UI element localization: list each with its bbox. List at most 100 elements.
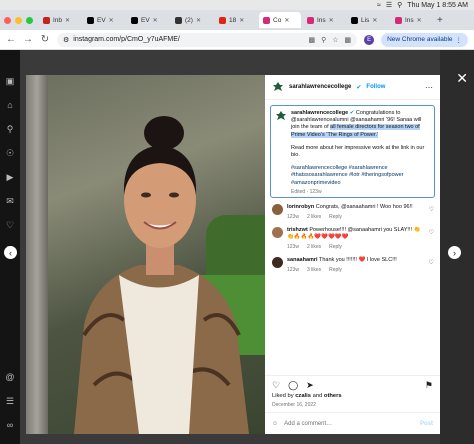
comment-icon[interactable]: ◯: [288, 380, 298, 391]
commenter-username[interactable]: trishzwt: [287, 227, 308, 233]
instagram-logo-icon[interactable]: ▣: [5, 76, 15, 86]
messages-icon[interactable]: ✉: [5, 196, 15, 206]
threads-icon[interactable]: @: [5, 372, 15, 382]
sarah-lawrence-logo-icon[interactable]: [272, 81, 284, 93]
minimize-window-button[interactable]: [15, 16, 22, 24]
install-app-icon[interactable]: ▩: [308, 36, 315, 44]
address-bar[interactable]: ⚙ instagram.com/p/CmO_y7uAFME/ ▩ ⚲ ☆ ▩: [57, 32, 358, 47]
close-icon[interactable]: ✕: [456, 70, 468, 87]
forward-icon[interactable]: →: [23, 34, 33, 45]
zoom-icon[interactable]: ⚲: [321, 36, 326, 44]
menu-icon[interactable]: ☰: [5, 396, 15, 406]
browser-tab[interactable]: EV ✕: [83, 12, 125, 28]
previous-post-arrow-icon[interactable]: ‹: [4, 246, 17, 259]
comment-text: Thank you !!!!!!! ❤️ I love SLC!!!: [319, 257, 397, 263]
post-photo[interactable]: [26, 75, 265, 434]
close-tab-icon[interactable]: ✕: [329, 17, 334, 24]
post-caption: sarahlawrencecollege ✔ Congratulations t…: [270, 105, 435, 198]
update-chrome-button[interactable]: New Chrome available ⋮: [381, 32, 468, 47]
sarah-lawrence-logo-icon[interactable]: [275, 110, 287, 122]
comment-like-heart-icon[interactable]: ♡: [429, 259, 434, 266]
menubar-datetime[interactable]: Thu May 1 8:55 AM: [407, 2, 468, 9]
reels-icon[interactable]: ▶: [5, 172, 15, 182]
like-heart-icon[interactable]: ♡: [272, 380, 280, 391]
comment-body: trishzwt Powerhouse!!!! @sanaahamri you …: [287, 227, 427, 251]
follow-button[interactable]: Follow: [366, 84, 385, 90]
more-vert-icon: ⋮: [455, 36, 463, 44]
tab-favicon-icon: [351, 16, 358, 24]
comment-likes[interactable]: 2 likes: [307, 244, 321, 251]
search-icon[interactable]: ⚲: [397, 1, 402, 9]
verified-badge-icon: ✔: [349, 110, 355, 116]
comment-reply-button[interactable]: Reply: [329, 214, 342, 221]
close-tab-icon[interactable]: ✕: [65, 17, 70, 24]
close-tab-icon[interactable]: ✕: [372, 17, 377, 24]
commenter-username[interactable]: sanaahamri: [287, 257, 318, 263]
commenter-avatar[interactable]: [272, 257, 283, 268]
browser-tab[interactable]: Inb ✕: [39, 12, 81, 28]
close-tab-icon[interactable]: ✕: [109, 17, 114, 24]
comment-text: Congrats, @sanaahamri ! Woo hoo 96!!: [315, 204, 413, 210]
wifi-icon[interactable]: ≈: [377, 2, 381, 9]
browser-tab[interactable]: EV ✕: [127, 12, 169, 28]
explore-icon[interactable]: ☉: [5, 148, 15, 158]
search-icon[interactable]: ⚲: [5, 124, 15, 134]
browser-tab[interactable]: Ins ✕: [303, 12, 345, 28]
comment-like-heart-icon[interactable]: ♡: [429, 206, 434, 213]
caption-author[interactable]: sarahlawrencecollege: [291, 110, 348, 116]
home-icon[interactable]: ⌂: [5, 100, 15, 110]
tab-label: Ins: [317, 16, 326, 24]
extensions-icon[interactable]: ▩: [344, 36, 351, 44]
new-tab-button[interactable]: +: [437, 15, 443, 26]
browser-tab[interactable]: Co ✕: [259, 12, 301, 28]
liked-by-user[interactable]: czalis: [295, 393, 311, 399]
post-author[interactable]: sarahlawrencecollege: [289, 84, 351, 90]
comment-likes[interactable]: 3 likes: [307, 267, 321, 274]
commenter-avatar[interactable]: [272, 227, 283, 238]
browser-tab[interactable]: (2) ✕: [171, 12, 213, 28]
caption-edited: Edited · 123w: [291, 188, 322, 195]
comment-like-heart-icon[interactable]: ♡: [429, 229, 434, 236]
back-icon[interactable]: ←: [6, 34, 16, 45]
control-center-icon[interactable]: ☰: [386, 1, 392, 9]
close-tab-icon[interactable]: ✕: [239, 17, 244, 24]
close-tab-icon[interactable]: ✕: [153, 17, 158, 24]
post-actions: ♡ ◯ ➤ ⚑: [265, 375, 440, 391]
commenter-avatar[interactable]: [272, 204, 283, 215]
save-bookmark-icon[interactable]: ⚑: [425, 380, 433, 391]
profile-avatar[interactable]: E: [364, 34, 375, 45]
window-controls: [4, 16, 33, 24]
bookmark-star-icon[interactable]: ☆: [332, 36, 338, 44]
caption-hashtags[interactable]: #sarahlawrencecollege #sarahlawrence #th…: [291, 165, 430, 187]
comment-item: trishzwt Powerhouse!!!! @sanaahamri you …: [265, 227, 440, 251]
add-comment-input[interactable]: Add a comment…: [284, 421, 332, 427]
share-icon[interactable]: ➤: [306, 380, 314, 391]
notifications-heart-icon[interactable]: ♡: [5, 220, 15, 230]
next-post-arrow-icon[interactable]: ›: [448, 246, 461, 259]
post-comment-button[interactable]: Post: [420, 421, 433, 427]
close-tab-icon[interactable]: ✕: [196, 17, 201, 24]
likes-and: and: [311, 393, 324, 399]
browser-tab[interactable]: Lis ✕: [347, 12, 389, 28]
close-tab-icon[interactable]: ✕: [284, 17, 289, 24]
reload-icon[interactable]: ↻: [40, 34, 50, 45]
comment-likes[interactable]: 2 likes: [307, 214, 321, 221]
zoom-window-button[interactable]: [26, 16, 33, 24]
comment-reply-button[interactable]: Reply: [329, 267, 342, 274]
meta-icon[interactable]: ∞: [5, 420, 15, 430]
more-options-icon[interactable]: ⋯: [425, 83, 433, 92]
update-label: New Chrome available: [387, 36, 453, 43]
comment-reply-button[interactable]: Reply: [329, 244, 342, 251]
browser-tab[interactable]: Ins ✕: [391, 12, 433, 28]
emoji-icon[interactable]: ☺: [272, 421, 278, 427]
url-text[interactable]: instagram.com/p/CmO_y7uAFME/: [73, 36, 180, 43]
likes-others[interactable]: others: [324, 393, 342, 399]
verified-badge-icon: ✔: [356, 84, 362, 91]
close-window-button[interactable]: [4, 16, 11, 24]
tab-label: EV: [97, 16, 106, 24]
close-tab-icon[interactable]: ✕: [417, 17, 422, 24]
commenter-username[interactable]: lorinrobyn: [287, 204, 314, 210]
site-info-icon[interactable]: ⚙: [63, 36, 69, 44]
browser-tab[interactable]: 18 ✕: [215, 12, 257, 28]
post-panel: sarahlawrencecollege ✔ Follow ⋯ sarahlaw…: [265, 75, 440, 434]
